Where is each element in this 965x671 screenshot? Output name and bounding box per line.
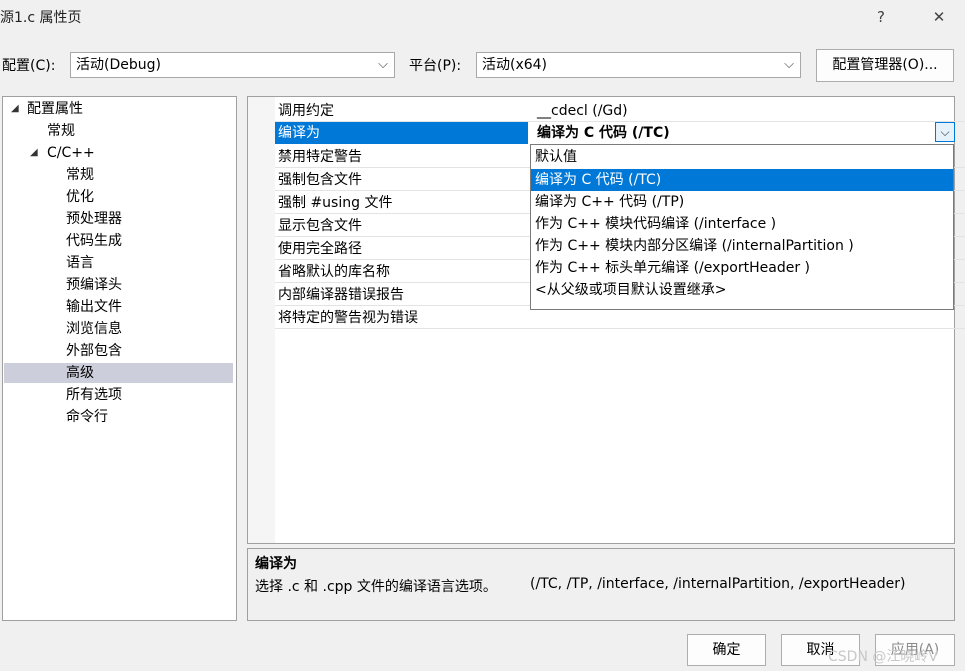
tree-item-browse-info[interactable]: 浏览信息 — [66, 319, 122, 339]
tree-item-external-includes[interactable]: 外部包含 — [66, 341, 122, 361]
tree-item-cpp-general[interactable]: 常规 — [66, 165, 94, 185]
property-name: 显示包含文件 — [278, 218, 362, 234]
platform-select[interactable]: 活动(x64) ⌵ — [476, 52, 801, 78]
tree-item-general[interactable]: 常规 — [47, 121, 75, 141]
title-bar: 源1.c 属性页 ? ✕ — [0, 0, 965, 34]
dropdown-option[interactable]: 作为 C++ 模块代码编译 (/interface ) — [531, 213, 953, 235]
dropdown-option[interactable]: 默认值 — [531, 146, 953, 168]
close-button[interactable]: ✕ — [924, 4, 954, 30]
expanded-icon[interactable]: ◢ — [30, 143, 38, 163]
compile-as-dropdown-list[interactable]: 默认值 编译为 C 代码 (/TC) 编译为 C++ 代码 (/TP) 作为 C… — [530, 144, 954, 310]
expanded-icon[interactable]: ◢ — [11, 99, 19, 119]
description-text: 选择 .c 和 .cpp 文件的编译语言选项。 — [255, 579, 497, 595]
property-name: 调用约定 — [278, 103, 334, 119]
property-row[interactable]: 将特定的警告视为错误 — [275, 307, 965, 329]
dropdown-option[interactable]: <从父级或项目默认设置继承> — [531, 279, 953, 301]
tree-item-all-options[interactable]: 所有选项 — [66, 385, 122, 405]
property-row[interactable]: 调用约定 __cdecl (/Gd) — [275, 100, 965, 122]
dropdown-option[interactable]: 编译为 C++ 代码 (/TP) — [531, 191, 953, 213]
property-row-selected[interactable]: 编译为 编译为 C 代码 (/TC) ⌵ — [275, 122, 965, 144]
tree-item-preprocessor[interactable]: 预处理器 — [66, 209, 122, 229]
property-name: 禁用特定警告 — [278, 149, 362, 165]
property-value: 编译为 C 代码 (/TC) — [537, 125, 670, 141]
ok-button[interactable]: 确定 — [687, 634, 766, 666]
property-name: 强制 #using 文件 — [278, 195, 393, 211]
dropdown-option-selected[interactable]: 编译为 C 代码 (/TC) — [531, 169, 953, 191]
platform-select-value: 活动(x64) — [482, 57, 548, 73]
property-name: 编译为 — [275, 122, 528, 144]
platform-label: 平台(P): — [409, 58, 462, 74]
help-button[interactable]: ? — [866, 4, 896, 30]
category-tree[interactable]: ◢ 配置属性 常规 ◢ C/C++ 常规 优化 预处理器 代码生成 语言 预编译… — [2, 96, 237, 621]
property-name: 强制包含文件 — [278, 172, 362, 188]
chevron-down-icon: ⌵ — [378, 57, 388, 72]
property-name: 省略默认的库名称 — [278, 264, 390, 280]
tree-item-config-properties[interactable]: 配置属性 — [27, 99, 83, 119]
property-name: 将特定的警告视为错误 — [278, 310, 418, 326]
dropdown-toggle-button[interactable]: ⌵ — [935, 122, 955, 142]
description-switches: (/TC, /TP, /interface, /internalPartitio… — [530, 576, 906, 592]
tree-item-command-line[interactable]: 命令行 — [66, 407, 108, 427]
tree-item-code-generation[interactable]: 代码生成 — [66, 231, 122, 251]
dropdown-option[interactable]: 作为 C++ 标头单元编译 (/exportHeader ) — [531, 257, 953, 279]
chevron-down-icon: ⌵ — [940, 125, 950, 139]
window-title: 源1.c 属性页 — [0, 10, 82, 26]
tree-item-language[interactable]: 语言 — [66, 253, 94, 273]
config-manager-button[interactable]: 配置管理器(O)... — [816, 49, 954, 82]
tree-item-optimization[interactable]: 优化 — [66, 187, 94, 207]
config-label: 配置(C): — [2, 58, 56, 74]
grid-margin — [248, 97, 275, 543]
tree-item-output-files[interactable]: 输出文件 — [66, 297, 122, 317]
chevron-down-icon: ⌵ — [784, 57, 794, 72]
property-value: __cdecl (/Gd) — [537, 103, 628, 119]
description-title: 编译为 — [255, 556, 297, 572]
config-select-value: 活动(Debug) — [76, 57, 161, 73]
watermark-text: CSDN @江晓岭V — [828, 649, 938, 665]
config-select[interactable]: 活动(Debug) ⌵ — [70, 52, 395, 78]
description-panel: 编译为 选择 .c 和 .cpp 文件的编译语言选项。 (/TC, /TP, /… — [247, 548, 955, 621]
tree-item-cpp[interactable]: C/C++ — [47, 143, 95, 163]
property-name: 内部编译器错误报告 — [278, 287, 404, 303]
property-name: 使用完全路径 — [278, 241, 362, 257]
tree-item-precompiled-headers[interactable]: 预编译头 — [66, 275, 122, 295]
dropdown-option[interactable]: 作为 C++ 模块内部分区编译 (/internalPartition ) — [531, 235, 953, 257]
tree-item-advanced[interactable]: 高级 — [4, 363, 233, 383]
